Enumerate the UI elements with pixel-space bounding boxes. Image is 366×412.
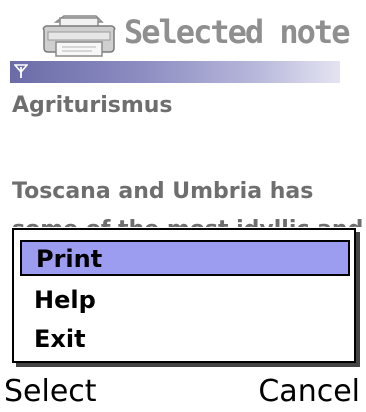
menu-item-print[interactable]: Print — [20, 240, 350, 276]
status-strip — [10, 61, 340, 83]
signal-antenna-icon — [14, 64, 28, 78]
window-title: Selected note — [124, 13, 350, 51]
note-title: Agriturismus — [12, 93, 173, 118]
menu-item-help[interactable]: Help — [20, 283, 350, 319]
menu-item-exit[interactable]: Exit — [20, 322, 350, 358]
note-body-line: some of the most idyllic and — [12, 212, 366, 227]
note-body: Toscana and Umbria has some of the most … — [12, 172, 366, 227]
softkey-bar: Select Cancel — [0, 370, 366, 412]
printer-icon — [42, 15, 116, 57]
title-bar: Selected note — [0, 0, 366, 60]
cancel-softkey[interactable]: Cancel — [258, 374, 360, 410]
note-body-line-text: some of the most idyllic and — [12, 217, 363, 227]
select-softkey[interactable]: Select — [4, 374, 97, 410]
options-menu: Print Help Exit — [12, 228, 356, 363]
note-body-line: Toscana and Umbria has — [12, 179, 314, 204]
